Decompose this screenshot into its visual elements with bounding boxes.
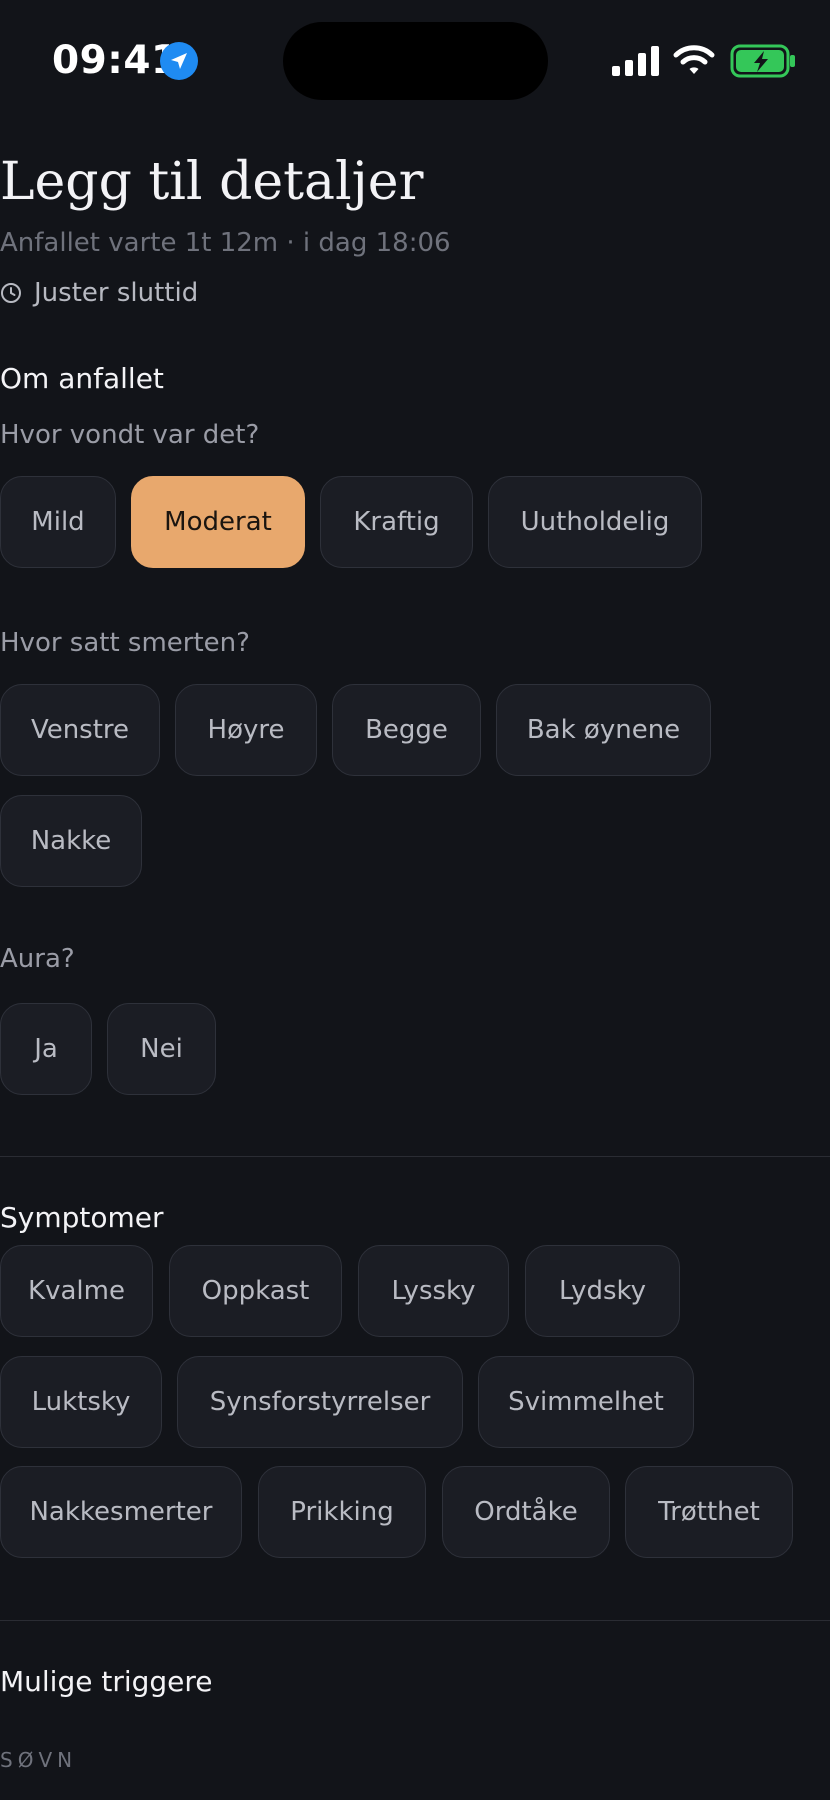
location-option-bak-oynene[interactable]: Bak øynene <box>496 684 711 776</box>
symptom-option-kvalme[interactable]: Kvalme <box>0 1245 153 1337</box>
location-option-begge[interactable]: Begge <box>332 684 481 776</box>
status-bar: 09:41 <box>0 0 830 110</box>
page-title: Legg til detaljer <box>0 152 424 212</box>
symptom-option-prikking[interactable]: Prikking <box>258 1466 426 1558</box>
pain-option-mild[interactable]: Mild <box>0 476 116 568</box>
dynamic-island <box>283 22 548 100</box>
symptom-option-oppkast[interactable]: Oppkast <box>169 1245 342 1337</box>
adjust-end-time-label: Juster sluttid <box>34 278 199 308</box>
aura-question: Aura? <box>0 944 75 974</box>
symptom-option-svimmelhet[interactable]: Svimmelhet <box>478 1356 694 1448</box>
clock-icon <box>1 283 21 303</box>
pain-option-moderat[interactable]: Moderat <box>131 476 305 568</box>
symptom-option-lydsky[interactable]: Lydsky <box>525 1245 680 1337</box>
pain-option-kraftig[interactable]: Kraftig <box>320 476 473 568</box>
attack-duration-subtitle: Anfallet varte 1t 12m · i dag 18:06 <box>0 228 451 258</box>
symptom-option-ordtake[interactable]: Ordtåke <box>442 1466 610 1558</box>
battery-charging-icon <box>730 44 796 82</box>
cellular-signal-icon <box>612 46 660 80</box>
section-divider <box>0 1620 830 1621</box>
symptom-option-luktsky[interactable]: Luktsky <box>0 1356 162 1448</box>
pain-location-question: Hvor satt smerten? <box>0 628 250 658</box>
location-option-hoyre[interactable]: Høyre <box>175 684 317 776</box>
pain-option-uutholdelig[interactable]: Uutholdelig <box>488 476 702 568</box>
aura-option-ja[interactable]: Ja <box>0 1003 92 1095</box>
symptom-option-synsforstyrrelser[interactable]: Synsforstyrrelser <box>177 1356 463 1448</box>
section-divider <box>0 1156 830 1157</box>
pain-intensity-question: Hvor vondt var det? <box>0 420 260 450</box>
section-title-about: Om anfallet <box>0 362 164 395</box>
wifi-icon <box>673 44 715 80</box>
symptom-option-trotthet[interactable]: Trøtthet <box>625 1466 793 1558</box>
section-title-symptoms: Symptomer <box>0 1201 164 1234</box>
location-arrow-icon <box>160 42 198 80</box>
symptom-option-lyssky[interactable]: Lyssky <box>358 1245 509 1337</box>
aura-option-nei[interactable]: Nei <box>107 1003 216 1095</box>
location-option-venstre[interactable]: Venstre <box>0 684 160 776</box>
location-option-nakke[interactable]: Nakke <box>0 795 142 887</box>
symptom-option-nakkesmerter[interactable]: Nakkesmerter <box>0 1466 242 1558</box>
adjust-end-time-button[interactable]: Juster sluttid <box>0 276 198 310</box>
section-title-triggers: Mulige triggere <box>0 1665 213 1698</box>
trigger-category-sleep: SØVN <box>0 1748 78 1772</box>
